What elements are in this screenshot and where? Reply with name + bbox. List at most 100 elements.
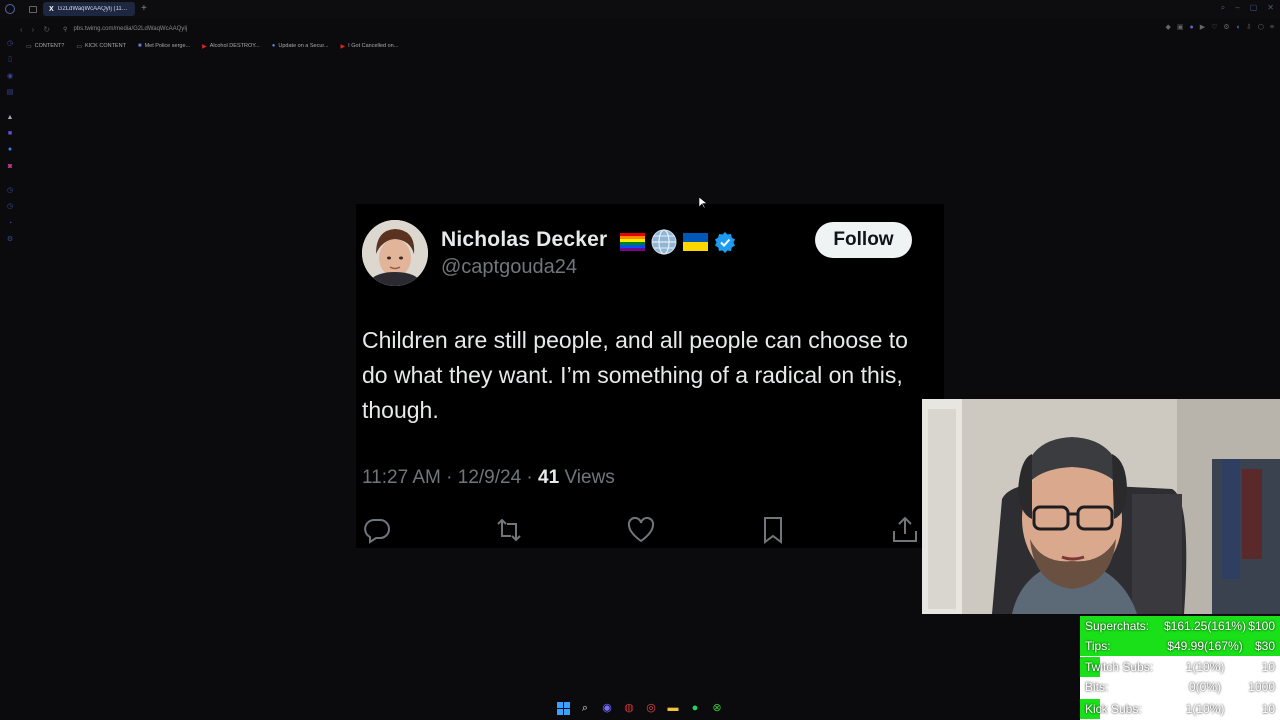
bookmark-label: Update on a Secur... xyxy=(278,43,329,49)
ukraine-flag-icon xyxy=(683,233,708,251)
spotify-icon[interactable]: ● xyxy=(687,700,703,716)
browser-tab-bar: X G2LdWaqWcAAQyIj (1179× + ⌕ – ▢ ✕ xyxy=(0,0,1280,18)
reload-icon[interactable]: ↻ xyxy=(43,25,50,34)
folder-icon: ▭ xyxy=(76,43,82,50)
stat-value: $49.99(167%) xyxy=(1167,639,1243,653)
author-name[interactable]: Nicholas Decker xyxy=(441,228,607,252)
stat-label: Kick Subs: xyxy=(1085,702,1142,716)
bookmark-item[interactable]: ● Update on a Secur... xyxy=(272,43,329,49)
bookmark-label: Alcohol DESTROY... xyxy=(209,43,260,49)
stat-goal: $100 xyxy=(1248,619,1275,633)
folder-icon: ▭ xyxy=(26,43,32,50)
window-controls: ⌕ – ▢ ✕ xyxy=(1221,4,1274,12)
like-icon[interactable] xyxy=(626,515,656,545)
share-icon[interactable] xyxy=(890,515,920,545)
chrome-icon[interactable]: ◎ xyxy=(643,700,659,716)
stat-label: Twitch Subs: xyxy=(1085,660,1154,674)
stat-row-kick-subs: Kick Subs: 1(10%) 10 xyxy=(1080,699,1280,719)
shield-icon[interactable]: ● xyxy=(1189,24,1193,32)
tweet-meta: 11:27 AM · 12/9/24 · 41 Views xyxy=(362,467,615,489)
play-icon[interactable]: ▶ xyxy=(1200,24,1205,32)
tab-title: G2LdWaqWcAAQyIj (1179× xyxy=(57,6,129,12)
back-icon[interactable]: ‹ xyxy=(20,25,23,34)
stat-goal: 1000 xyxy=(1248,680,1275,694)
taskbar: ⌕ ◉ ◍ ◎ ▬ ● ⊗ xyxy=(0,696,1080,720)
reply-icon[interactable] xyxy=(362,515,392,545)
bookmarks-bar: ▭ CONTENT? ▭ KICK CONTENT ■ Met Police s… xyxy=(26,40,398,52)
tweet-card: Nicholas Decker @captgouda24 Follow Chil… xyxy=(356,204,944,548)
sidebar-bookmarks-icon[interactable]: ▯ xyxy=(6,56,14,64)
app-icon[interactable]: ◉ xyxy=(599,700,615,716)
tweet-timestamp[interactable]: 11:27 AM · 12/9/24 · xyxy=(362,467,538,488)
bookmark-label: KICK CONTENT xyxy=(84,43,126,49)
bookmark-item[interactable]: ■ Met Police serge... xyxy=(138,43,190,49)
extensions-icon[interactable]: ⬡ xyxy=(1258,24,1264,32)
stat-value: 1(10%) xyxy=(1185,660,1225,674)
stat-goal: 10 xyxy=(1261,702,1275,716)
bookmark-item[interactable]: ▶ Alcohol DESTROY... xyxy=(202,43,260,50)
file-explorer-icon[interactable]: ▬ xyxy=(665,700,681,716)
sidebar-twitch-icon[interactable]: ■ xyxy=(6,130,14,138)
sidebar-settings-icon[interactable]: ⚙ xyxy=(6,236,14,244)
site-info-icon[interactable]: ⚲ xyxy=(63,26,67,33)
bookmark-page-icon[interactable]: ◆ xyxy=(1165,24,1170,32)
tab-active[interactable]: X G2LdWaqWcAAQyIj (1179× xyxy=(43,2,135,16)
stat-row-superchats: Superchats: $161.25(161%) $100 xyxy=(1080,616,1280,636)
bookmark-item[interactable]: ▭ CONTENT? xyxy=(26,43,64,50)
views-count: 41 xyxy=(538,467,560,488)
settings-icon[interactable]: ⚙ xyxy=(1223,24,1229,32)
tab-overview-icon[interactable] xyxy=(29,5,37,13)
download-icon[interactable]: ⇩ xyxy=(1246,24,1252,32)
sidebar-history-icon[interactable]: ◷ xyxy=(6,40,14,48)
stat-label: Tips: xyxy=(1085,639,1111,653)
stat-value: 0(0%) xyxy=(1188,680,1221,694)
sidebar-clock-icon[interactable]: ◷ xyxy=(6,187,14,195)
audio-icon[interactable]: ◖ xyxy=(1236,24,1240,32)
views-label: Views xyxy=(559,467,615,488)
stat-label: Bits: xyxy=(1085,680,1109,694)
browser-sidebar: ◷ ▯ ◉ ▤ ▲ ■ ● ◙ ◷ ◷ ◔ ⚙ xyxy=(0,36,20,696)
sidebar-messenger-icon[interactable]: ◉ xyxy=(6,73,14,81)
stat-goal: 10 xyxy=(1261,660,1275,674)
stat-value: $161.25(161%) xyxy=(1163,619,1247,633)
maximize-button[interactable]: ▢ xyxy=(1250,4,1258,12)
sidebar-instagram-icon[interactable]: ◙ xyxy=(6,163,14,171)
sidebar-notes-icon[interactable]: ▤ xyxy=(6,89,14,97)
stat-goal: $30 xyxy=(1254,639,1275,653)
new-tab-button[interactable]: + xyxy=(141,4,147,14)
sidebar-tab-icon[interactable]: ◷ xyxy=(6,203,14,211)
stream-goals-overlay: Superchats: $161.25(161%) $100 Tips: $49… xyxy=(1080,616,1280,720)
mouse-cursor-icon xyxy=(699,197,707,209)
youtube-icon: ▶ xyxy=(202,43,207,50)
webcam-feed xyxy=(922,399,1280,614)
forward-icon[interactable]: › xyxy=(32,25,35,34)
heart-icon[interactable]: ♡ xyxy=(1211,24,1217,32)
follow-button[interactable]: Follow xyxy=(815,222,912,258)
author-handle[interactable]: @captgouda24 xyxy=(441,256,577,279)
bookmark-item[interactable]: ▶ I Got Cancelled on... xyxy=(341,43,399,50)
retweet-icon[interactable] xyxy=(494,515,524,545)
sidebar-facebook-icon[interactable]: ● xyxy=(6,146,14,154)
avatar[interactable] xyxy=(362,220,428,286)
app-icon-2[interactable]: ◍ xyxy=(621,700,637,716)
stat-row-bits: Bits: 0(0%) 1000 xyxy=(1080,677,1280,697)
bookmark-label: I Got Cancelled on... xyxy=(348,43,399,49)
screenshot-icon[interactable]: ▣ xyxy=(1177,24,1184,32)
minimize-button[interactable]: – xyxy=(1235,4,1239,12)
bookmark-item[interactable]: ▭ KICK CONTENT xyxy=(76,43,126,50)
x-logo-icon: X xyxy=(49,5,54,13)
search-icon[interactable]: ⌕ xyxy=(577,700,593,716)
address-bar: ‹ › ↻ ⚲ pbs.twimg.com/media/G2LdWaqWcAAQ… xyxy=(20,21,1280,37)
tweet-text: Children are still people, and all peopl… xyxy=(362,327,908,423)
sidebar-arrow-icon[interactable]: ▲ xyxy=(6,114,14,122)
xbox-icon[interactable]: ⊗ xyxy=(709,700,725,716)
bookmark-icon[interactable] xyxy=(758,515,788,545)
url-field[interactable]: pbs.twimg.com/media/G2LdWaqWcAAQyIj xyxy=(73,26,187,32)
sidebar-reader-icon[interactable]: ◔ xyxy=(6,220,14,228)
browser-logo-icon[interactable] xyxy=(5,4,15,14)
menu-icon[interactable]: ≡ xyxy=(1270,24,1274,32)
windows-start-icon[interactable] xyxy=(555,700,571,716)
close-button[interactable]: ✕ xyxy=(1267,4,1274,12)
search-icon[interactable]: ⌕ xyxy=(1221,4,1225,12)
verified-badge-icon xyxy=(715,232,735,253)
